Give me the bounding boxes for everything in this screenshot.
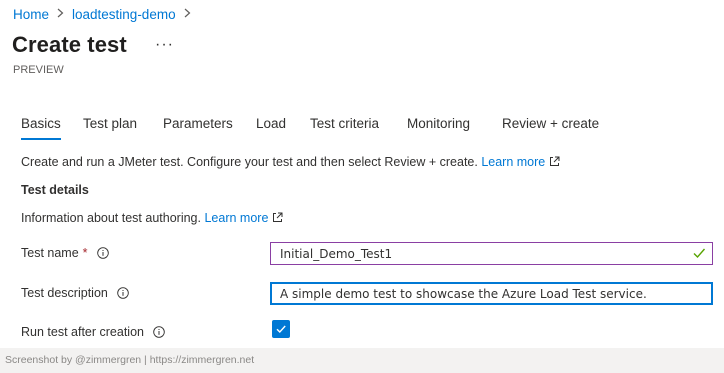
tab-test-plan[interactable]: Test plan xyxy=(83,116,137,140)
tab-review-create[interactable]: Review + create xyxy=(502,116,599,140)
intro-text: Create and run a JMeter test. Configure … xyxy=(21,155,478,169)
authoring-learn-more-link[interactable]: Learn more xyxy=(204,211,283,225)
chevron-right-icon xyxy=(184,7,191,21)
test-name-input[interactable] xyxy=(270,242,713,265)
tab-load[interactable]: Load xyxy=(256,116,286,140)
tab-test-criteria[interactable]: Test criteria xyxy=(310,116,379,140)
authoring-info-row: Information about test authoring. Learn … xyxy=(21,211,283,226)
check-icon xyxy=(692,246,706,260)
learn-more-link[interactable]: Learn more xyxy=(481,155,560,169)
section-title: Test details xyxy=(21,183,89,197)
info-icon[interactable] xyxy=(117,287,129,299)
external-link-icon xyxy=(549,156,560,170)
checkmark-icon xyxy=(276,325,286,334)
test-description-label-text: Test description xyxy=(21,286,108,300)
breadcrumb-home-link[interactable]: Home xyxy=(13,7,49,22)
run-after-creation-label-text: Run test after creation xyxy=(21,325,144,339)
chevron-right-icon xyxy=(57,7,64,21)
more-options-button[interactable]: ··· xyxy=(155,36,174,54)
page-title: Create test xyxy=(12,32,127,57)
tab-parameters[interactable]: Parameters xyxy=(163,116,233,140)
external-link-icon xyxy=(272,212,283,226)
info-icon[interactable] xyxy=(96,247,109,259)
footer-bar: Screenshot by @zimmergren | https://zimm… xyxy=(0,348,724,373)
tab-monitoring[interactable]: Monitoring xyxy=(407,116,470,140)
tab-basics[interactable]: Basics xyxy=(21,116,61,140)
test-name-label-text: Test name xyxy=(21,246,79,260)
intro-text-row: Create and run a JMeter test. Configure … xyxy=(21,155,560,170)
authoring-learn-more-label: Learn more xyxy=(204,211,269,225)
test-description-input[interactable] xyxy=(270,282,713,305)
test-description-label: Test description xyxy=(21,286,129,300)
breadcrumb-loadtesting-demo-link[interactable]: loadtesting-demo xyxy=(72,7,176,22)
page-subtitle: PREVIEW xyxy=(13,64,64,76)
breadcrumb: Home loadtesting-demo xyxy=(13,6,199,22)
footer-credit: Screenshot by @zimmergren | https://zimm… xyxy=(5,354,255,366)
authoring-info-text: Information about test authoring. xyxy=(21,211,201,225)
required-marker: * xyxy=(82,246,88,260)
run-after-creation-label: Run test after creation xyxy=(21,325,165,339)
test-name-label: Test name * xyxy=(21,246,109,260)
learn-more-label: Learn more xyxy=(481,155,546,169)
run-after-creation-checkbox[interactable] xyxy=(272,320,290,338)
info-icon[interactable] xyxy=(153,326,165,338)
